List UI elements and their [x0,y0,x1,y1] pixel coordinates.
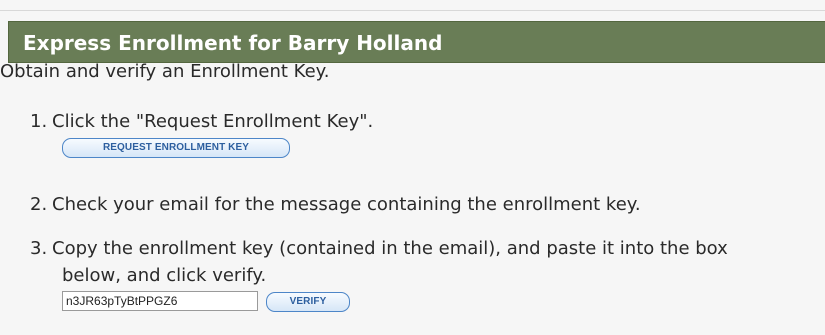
step-text: Check your email for the message contain… [52,194,641,215]
title-bar: Express Enrollment for Barry Holland [8,21,825,63]
step-text-continued: below, and click verify. [62,265,267,286]
enrollment-key-input[interactable] [62,291,258,311]
page-title: Express Enrollment for Barry Holland [23,31,443,55]
request-enrollment-key-button[interactable]: REQUEST ENROLLMENT KEY [62,138,290,158]
step-number: 3. [30,238,48,259]
step-number: 1. [30,111,48,132]
verify-button[interactable]: VERIFY [266,292,350,312]
intro-text: Obtain and verify an Enrollment Key. [0,61,330,82]
step-number: 2. [30,194,48,215]
step-text: Copy the enrollment key (contained in th… [52,238,728,259]
step-text: Click the "Request Enrollment Key". [52,111,374,132]
